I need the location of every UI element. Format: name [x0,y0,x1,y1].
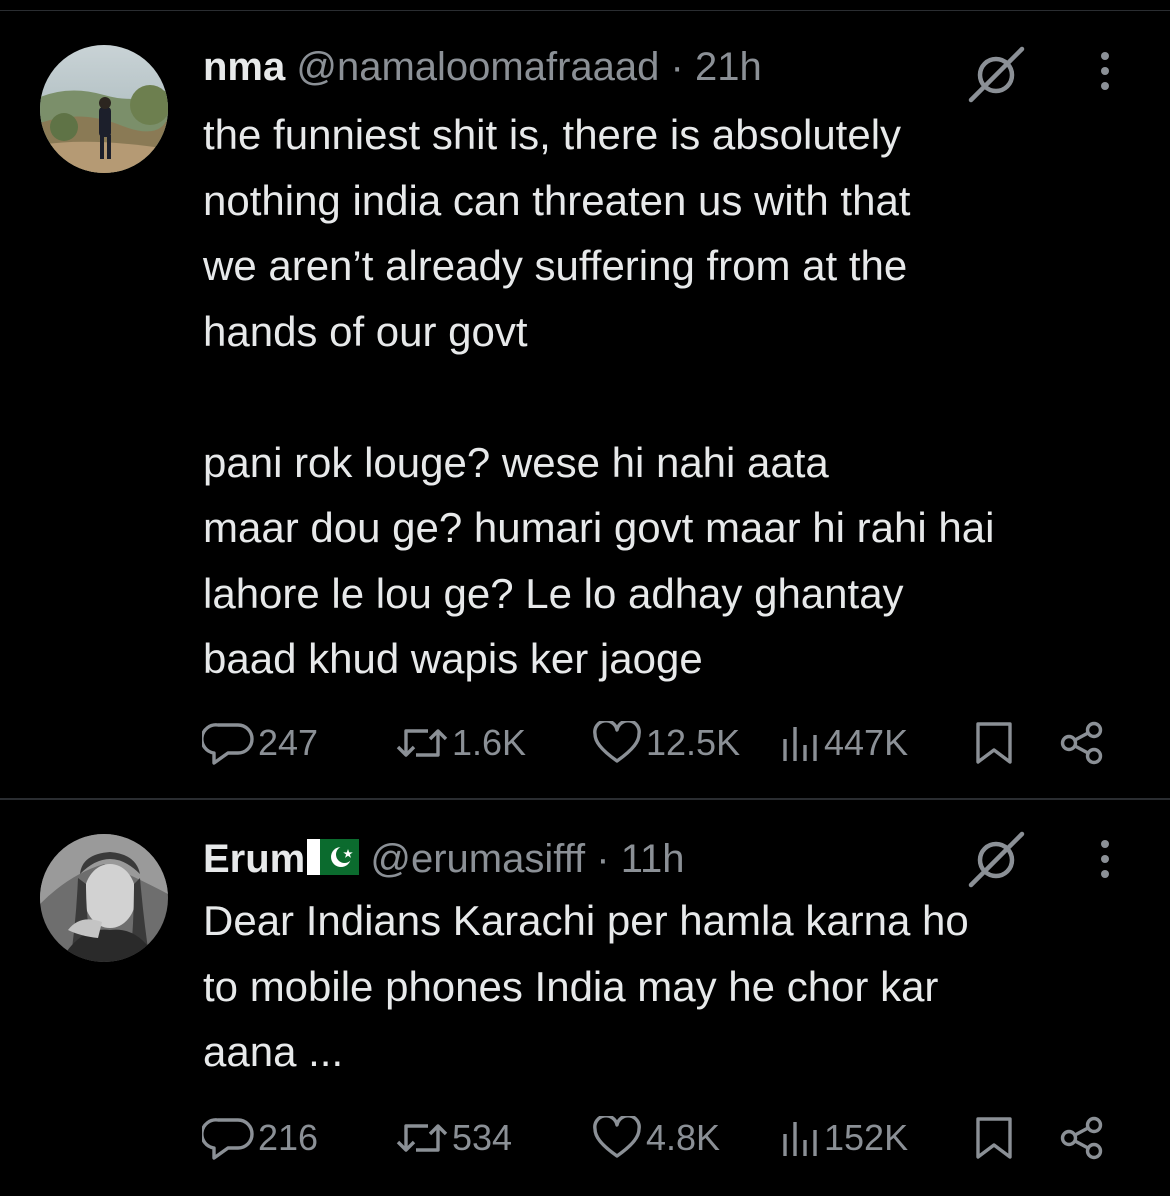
reply-icon [202,1116,256,1160]
reply-button[interactable]: 216 [202,1113,318,1163]
like-button[interactable]: 4.8K [590,1113,720,1163]
tweet-header: Erum @erumasifff · 11h [203,834,685,884]
separator-dot: · [670,45,684,89]
reply-count: 216 [258,1117,319,1158]
tweet-text: the funniest shit is, there is absolutel… [203,111,995,682]
timestamp[interactable]: 21h [695,45,762,89]
tweet-2[interactable]: Erum @erumasifff · 11h Dear Indians Kara… [0,800,1170,1196]
tweet-text: Dear Indians Karachi per hamla karna ho … [203,897,969,1075]
bookmark-icon [972,720,1016,766]
avatar[interactable] [40,834,168,962]
repost-count: 1.6K [452,722,527,763]
display-name[interactable]: nma [203,45,285,89]
tweet-1[interactable]: nma @namaloomafraaad · 21h the funniest … [0,0,1170,798]
more-vertical-icon[interactable] [1090,46,1120,96]
bookmark-button[interactable] [972,718,1016,768]
bookmark-button[interactable] [972,1113,1016,1163]
like-button[interactable]: 12.5K [590,718,740,768]
grok-icon[interactable] [966,830,1026,890]
share-button[interactable] [1058,1113,1106,1163]
share-button[interactable] [1058,718,1106,768]
more-vertical-icon[interactable] [1090,834,1120,884]
action-bar: 216 534 4.8K 152K [200,1113,1120,1163]
like-count: 4.8K [646,1117,721,1158]
action-bar: 247 1.6K 12.5K 447K [200,718,1120,768]
bookmark-icon [972,1115,1016,1161]
separator-dot: · [596,837,610,881]
user-handle[interactable]: @namaloomafraaad [296,45,659,89]
views-count: 152K [824,1117,909,1158]
reply-button[interactable]: 247 [202,718,318,768]
views-icon [778,1116,822,1160]
like-count: 12.5K [646,722,741,763]
repost-count: 534 [452,1117,513,1158]
repost-icon [394,1116,450,1160]
avatar[interactable] [40,45,168,173]
share-icon [1058,720,1106,766]
heart-icon [590,721,644,765]
repost-button[interactable]: 534 [394,1113,512,1163]
reply-count: 247 [258,722,319,763]
views-button[interactable]: 152K [778,1113,908,1163]
grok-icon[interactable] [966,45,1026,105]
repost-button[interactable]: 1.6K [394,718,526,768]
views-button[interactable]: 447K [778,718,908,768]
reply-icon [202,721,256,765]
display-name[interactable]: Erum [203,837,305,881]
timestamp[interactable]: 11h [621,837,685,881]
user-handle[interactable]: @erumasifff [370,837,585,881]
views-icon [778,721,822,765]
repost-icon [394,721,450,765]
pakistan-flag-icon [307,837,360,875]
views-count: 447K [824,722,909,763]
tweet-header: nma @namaloomafraaad · 21h [203,42,762,92]
share-icon [1058,1115,1106,1161]
heart-icon [590,1116,644,1160]
